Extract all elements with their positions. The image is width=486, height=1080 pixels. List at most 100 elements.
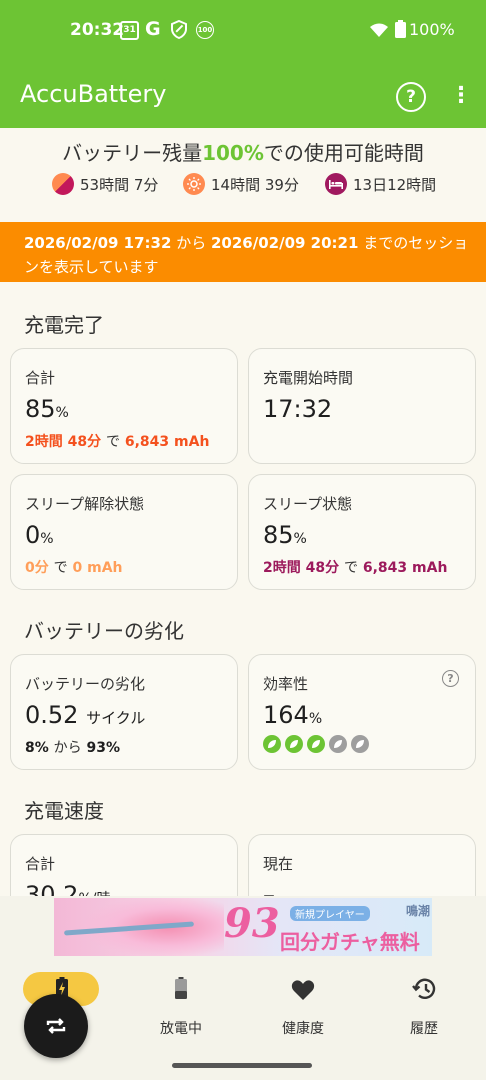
card-efficiency-label: 効率性 [263, 675, 309, 693]
card-efficiency-number: 164 [263, 701, 309, 729]
card-total-number: 85 [25, 395, 56, 423]
card-awake-label: スリープ解除状態 [25, 495, 145, 513]
card-wear-number: 0.52 [25, 701, 79, 729]
help-button[interactable]: ? [396, 82, 426, 112]
shield-icon [171, 19, 187, 43]
nav-item-history[interactable]: 履歴 [374, 968, 474, 1040]
card-start-time[interactable]: 充電開始時間 17:32 [248, 348, 476, 464]
card-awake-de: で [53, 560, 68, 576]
card-total-de: で [105, 434, 120, 450]
calendar-31-icon: 31 [120, 21, 139, 40]
card-sleep-unit: % [293, 531, 307, 547]
card-awake-mah: 0 mAh [72, 560, 123, 576]
card-efficiency[interactable]: 効率性 ? 164% [248, 654, 476, 770]
estimate-screen-active: 14時間 39分 [183, 172, 299, 196]
ad-main-line: 回分ガチャ無料 [280, 930, 420, 954]
card-awake[interactable]: スリープ解除状態 0% 0分 で 0 mAh [10, 474, 238, 590]
circle-100-icon: 100 [196, 21, 214, 39]
card-total[interactable]: 合計 85% 2時間 48分 で 6,843 mAh [10, 348, 238, 464]
card-wear-from: 8% [25, 740, 49, 756]
card-sleep-sub: 2時間 48分 で 6,843 mAh [263, 557, 447, 577]
session-banner-line1: 2026/02/09 17:32 から 2026/02/09 20:21 までの… [24, 232, 468, 253]
history-icon [412, 977, 438, 1005]
efficiency-help-icon[interactable]: ? [442, 670, 459, 687]
card-wear-sub: 8% から 93% [25, 737, 120, 757]
card-sleep[interactable]: スリープ状態 85% 2時間 48分 で 6,843 mAh [248, 474, 476, 590]
card-total-value: 85% [25, 395, 69, 423]
nav-item-discharging[interactable]: 放電中 [131, 968, 231, 1040]
card-efficiency-unit: % [308, 711, 323, 727]
google-g-icon: G [145, 18, 161, 40]
swap-arrows-icon [44, 1014, 68, 1042]
card-total-mah: 6,843 mAh [124, 434, 210, 450]
section-title-wear: バッテリーの劣化 [24, 619, 184, 643]
leaf-filled-icon [263, 735, 281, 753]
card-start-time-label: 充電開始時間 [263, 369, 354, 387]
card-wear-from-word: から [53, 740, 82, 756]
card-awake-duration: 0分 [25, 560, 49, 576]
nav-label-discharging: 放電中 [160, 1021, 202, 1037]
estimate-highlight: 100% [202, 141, 264, 165]
session-banner[interactable]: 2026/02/09 17:32 から 2026/02/09 20:21 までの… [0, 222, 486, 282]
card-wear[interactable]: バッテリーの劣化 0.52 サイクル 8% から 93% [10, 654, 238, 770]
card-sleep-duration: 2時間 48分 [263, 560, 340, 576]
efficiency-rating [263, 735, 369, 753]
sun-icon [183, 173, 205, 195]
card-start-time-value: 17:32 [263, 395, 333, 423]
nav-label-history: 履歴 [410, 1021, 438, 1037]
ad-big-number: 93 [224, 900, 280, 947]
leaf-empty-icon [329, 735, 347, 753]
ad-brand: 鳴潮 [406, 904, 431, 918]
help-icon: ? [406, 87, 416, 107]
leaf-filled-icon [285, 735, 303, 753]
status-time: 20:32 [70, 20, 125, 40]
estimate-screen-active-text: 14時間 39分 [211, 175, 299, 194]
battery-percent: 100% [409, 20, 455, 39]
more-vert-icon: ⋮ [450, 83, 472, 108]
card-wear-label: バッテリーの劣化 [25, 675, 146, 693]
efficiency-help-glyph: ? [447, 672, 454, 685]
session-from: から [176, 234, 207, 252]
heart-icon [291, 979, 315, 1005]
card-sleep-label: スリープ状態 [263, 495, 353, 513]
card-sleep-number: 85 [263, 521, 294, 549]
battery-full-icon [395, 20, 406, 42]
section-title-charging-done: 充電完了 [24, 313, 104, 337]
session-tail: までのセッショ [363, 234, 469, 252]
overflow-menu-button[interactable]: ⋮ [450, 80, 472, 112]
session-start: 2026/02/09 17:32 [24, 234, 172, 252]
card-speed-total-label: 合計 [25, 855, 56, 873]
section-title-charge-speed: 充電速度 [24, 799, 104, 823]
battery-icon [175, 977, 187, 1003]
estimate-screen-on: 53時間 7分 [52, 172, 158, 196]
calendar-text: 31 [123, 25, 136, 35]
card-wear-value: 0.52 サイクル [25, 701, 145, 729]
estimate-title: バッテリー残量100%での使用可能時間 [0, 137, 486, 166]
card-speed-current-label: 現在 [263, 855, 294, 873]
gesture-navigation-bar[interactable] [172, 1063, 312, 1068]
app-title: AccuBattery [20, 80, 167, 108]
card-sleep-mah: 6,843 mAh [362, 560, 448, 576]
card-awake-sub: 0分 で 0 mAh [25, 557, 123, 577]
card-wear-unit: サイクル [86, 709, 146, 727]
estimate-screen-on-text: 53時間 7分 [80, 175, 159, 194]
fab-switch-button[interactable] [24, 994, 88, 1058]
nav-label-health: 健康度 [282, 1021, 324, 1037]
card-wear-to: 93% [86, 740, 121, 756]
estimate-suffix: での使用可能時間 [263, 141, 424, 165]
screen-on-icon [52, 173, 74, 195]
estimate-prefix: バッテリー残量 [62, 141, 203, 165]
card-total-sub: 2時間 48分 で 6,843 mAh [25, 431, 209, 451]
estimate-sleep: 13日12時間 [325, 172, 436, 196]
card-total-duration: 2時間 48分 [25, 434, 102, 450]
ad-banner[interactable]: 93 新規プレイヤー 回分ガチャ無料 鳴潮 [54, 898, 432, 956]
nav-item-health[interactable]: 健康度 [253, 968, 353, 1040]
estimate-sleep-text: 13日12時間 [353, 175, 437, 194]
session-end: 2026/02/09 20:21 [211, 234, 359, 252]
card-sleep-de: で [343, 560, 358, 576]
card-efficiency-value: 164% [263, 701, 322, 729]
circle-100-text: 100 [197, 26, 213, 34]
leaf-empty-icon [351, 735, 369, 753]
card-total-unit: % [55, 405, 69, 421]
session-banner-line2: ンを表示しています [24, 258, 159, 276]
